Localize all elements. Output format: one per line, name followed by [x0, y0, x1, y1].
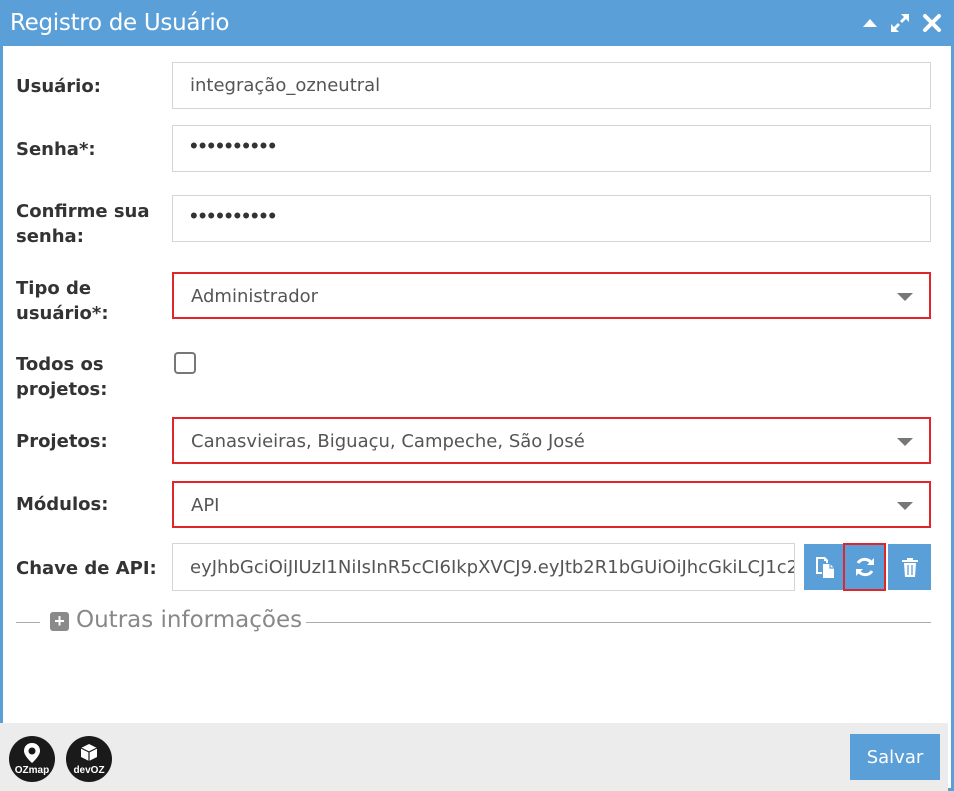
projetos-label: Projetos:	[16, 431, 108, 452]
api-key-value: eyJhbGciOiJIUzI1NiIsInR5cCI6IkpXVCJ9.eyJ…	[190, 557, 795, 578]
usuario-label: Usuário:	[16, 76, 101, 97]
projetos-value: Canasvieiras, Biguaçu, Campeche, São Jos…	[191, 431, 585, 452]
delete-button[interactable]	[888, 544, 931, 590]
tipo-value: Administrador	[191, 286, 319, 307]
ozmap-logo-text: OZmap	[14, 765, 50, 776]
senha-input[interactable]: ••••••••••	[172, 125, 931, 172]
api-key-input[interactable]: eyJhbGciOiJIUzI1NiIsInR5cCI6IkpXVCJ9.eyJ…	[172, 543, 795, 591]
modulos-value: API	[191, 495, 220, 516]
caret-up-icon[interactable]	[859, 12, 881, 34]
confirme-value: ••••••••••	[190, 203, 278, 228]
tipo-label: Tipo de usuário*:	[16, 278, 109, 324]
refresh-button[interactable]	[843, 543, 886, 591]
expand-icon[interactable]	[889, 12, 911, 34]
devoz-logo-text: devOZ	[73, 765, 105, 776]
titlebar: Registro de Usuário	[3, 0, 951, 46]
ozmap-logo[interactable]: OZmap	[9, 736, 55, 782]
senha-value: ••••••••••	[190, 133, 278, 158]
modulos-label: Módulos:	[16, 494, 109, 515]
map-pin-icon	[24, 743, 40, 763]
confirme-input[interactable]: ••••••••••	[172, 195, 931, 242]
modulos-select[interactable]: API	[172, 481, 931, 528]
todos-checkbox[interactable]	[174, 352, 196, 374]
refresh-icon	[855, 557, 874, 577]
window-title: Registro de Usuário	[10, 10, 230, 36]
copy-icon	[816, 557, 834, 578]
divider	[306, 622, 931, 623]
section-label[interactable]: Outras informações	[76, 607, 302, 633]
projetos-select[interactable]: Canasvieiras, Biguaçu, Campeche, São Jos…	[172, 417, 931, 464]
devoz-logo[interactable]: devOZ	[66, 736, 112, 782]
cube-icon	[80, 744, 98, 761]
divider	[16, 622, 40, 623]
close-icon[interactable]	[921, 12, 943, 34]
plus-icon[interactable]: +	[50, 612, 69, 631]
chevron-down-icon	[897, 438, 913, 446]
tipo-select[interactable]: Administrador	[172, 272, 931, 319]
usuario-value: integração_ozneutral	[190, 75, 381, 96]
usuario-input[interactable]: integração_ozneutral	[172, 62, 931, 109]
copy-button[interactable]	[804, 544, 844, 590]
chave-label: Chave de API:	[16, 558, 157, 579]
outras-informacoes-section[interactable]: + Outras informações	[16, 606, 931, 640]
trash-icon	[901, 558, 918, 577]
senha-label: Senha*:	[16, 139, 96, 160]
todos-label: Todos os projetos:	[16, 354, 108, 400]
chevron-down-icon	[897, 502, 913, 510]
confirme-label: Confirme sua senha:	[16, 201, 150, 247]
save-button[interactable]: Salvar	[850, 734, 940, 780]
chevron-down-icon	[897, 293, 913, 301]
footer	[0, 723, 948, 791]
